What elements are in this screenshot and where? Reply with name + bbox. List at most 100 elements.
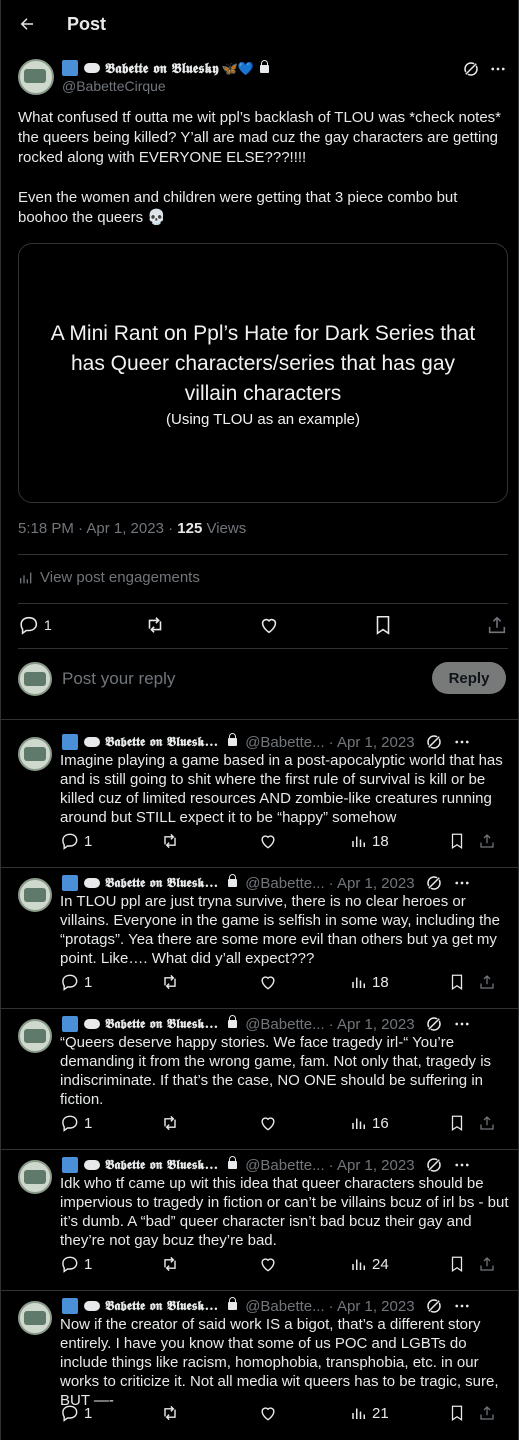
- reply-item[interactable]: 𝕭𝖆𝖇𝖊𝖙𝖙𝖊 𝖔𝖓 𝕭𝖑𝖚𝖊𝖘𝖐... @Babette... · Apr 1, …: [1, 868, 519, 1009]
- reply-author-name[interactable]: 𝕭𝖆𝖇𝖊𝖙𝖙𝖊 𝖔𝖓 𝕭𝖑𝖚𝖊𝖘𝖐...: [105, 1299, 218, 1314]
- avatar[interactable]: [18, 1160, 52, 1194]
- avatar[interactable]: [18, 59, 54, 95]
- repost-button[interactable]: [160, 1403, 258, 1423]
- avatar[interactable]: [18, 878, 52, 912]
- more-button[interactable]: [453, 733, 471, 751]
- reply-input[interactable]: Post your reply: [62, 669, 175, 689]
- grok-icon: [426, 1157, 441, 1173]
- avatar[interactable]: [18, 737, 52, 771]
- back-button[interactable]: [13, 10, 41, 38]
- like-button[interactable]: [258, 614, 280, 636]
- reply-author-handle[interactable]: @Babette...: [245, 875, 324, 892]
- grok-button[interactable]: [425, 874, 443, 892]
- share-button[interactable]: [478, 1114, 498, 1132]
- reply-author-handle[interactable]: @Babette...: [245, 734, 324, 751]
- flag-emoji-icon: [62, 1016, 78, 1032]
- reply-author-handle[interactable]: @Babette...: [245, 1298, 324, 1315]
- share-button[interactable]: [486, 614, 508, 636]
- reply-author-name[interactable]: 𝕭𝖆𝖇𝖊𝖙𝖙𝖊 𝖔𝖓 𝕭𝖑𝖚𝖊𝖘𝖐...: [105, 735, 218, 750]
- reply-actions: 1 16: [60, 1113, 506, 1133]
- views-button[interactable]: 21: [350, 1404, 448, 1422]
- share-button[interactable]: [478, 1404, 498, 1422]
- grok-icon: [426, 734, 441, 750]
- page-title: Post: [67, 14, 107, 34]
- like-icon: [261, 1258, 275, 1272]
- grok-button[interactable]: [425, 733, 443, 751]
- reply-author-handle[interactable]: @Babette...: [245, 1016, 324, 1033]
- like-button[interactable]: [258, 1254, 350, 1274]
- reply-icon: [20, 616, 38, 635]
- reply-date[interactable]: · Apr 1, 2023: [329, 1016, 415, 1033]
- bookmark-button[interactable]: [448, 1114, 478, 1132]
- reply-date[interactable]: · Apr 1, 2023: [329, 734, 415, 751]
- like-button[interactable]: [258, 831, 350, 851]
- grok-icon: [426, 1016, 441, 1032]
- views-icon: [352, 977, 365, 988]
- reply-author-name[interactable]: 𝕭𝖆𝖇𝖊𝖙𝖙𝖊 𝖔𝖓 𝕭𝖑𝖚𝖊𝖘𝖐...: [105, 1158, 218, 1173]
- more-button[interactable]: [489, 60, 507, 78]
- like-button[interactable]: [258, 972, 350, 992]
- share-button[interactable]: [478, 973, 498, 991]
- views-button[interactable]: 16: [350, 1114, 448, 1132]
- avatar[interactable]: [18, 1019, 52, 1053]
- reply-icon: [62, 974, 78, 991]
- views-button[interactable]: 24: [350, 1255, 448, 1273]
- grok-button[interactable]: [462, 60, 480, 78]
- reply-button[interactable]: 1: [60, 831, 160, 851]
- more-button[interactable]: [453, 1297, 471, 1315]
- reply-item[interactable]: 𝕭𝖆𝖇𝖊𝖙𝖙𝖊 𝖔𝖓 𝕭𝖑𝖚𝖊𝖘𝖐... @Babette... · Apr 1, …: [1, 1150, 519, 1291]
- bookmark-button[interactable]: [448, 973, 478, 991]
- bookmark-button[interactable]: [448, 1255, 478, 1273]
- top-bar: Post: [1, 0, 519, 52]
- reply-author-handle[interactable]: @Babette...: [245, 1157, 324, 1174]
- reply-button[interactable]: 1: [60, 972, 160, 992]
- author-handle[interactable]: @BabetteCirque: [62, 78, 166, 94]
- repost-button[interactable]: [160, 831, 258, 851]
- reply-actions: 1 18: [60, 831, 506, 851]
- like-button[interactable]: [258, 1113, 350, 1133]
- share-button[interactable]: [478, 1255, 498, 1273]
- reply-date[interactable]: · Apr 1, 2023: [329, 1298, 415, 1315]
- more-button[interactable]: [453, 1156, 471, 1174]
- repost-button[interactable]: [160, 1254, 258, 1274]
- reply-date[interactable]: · Apr 1, 2023: [329, 875, 415, 892]
- more-button[interactable]: [453, 874, 471, 892]
- repost-button[interactable]: [144, 614, 166, 636]
- share-button[interactable]: [478, 832, 498, 850]
- reply-button[interactable]: 1: [18, 614, 52, 636]
- view-engagements-link[interactable]: View post engagements: [18, 569, 200, 586]
- reply-button[interactable]: 1: [60, 1113, 160, 1133]
- reply-author-name[interactable]: 𝕭𝖆𝖇𝖊𝖙𝖙𝖊 𝖔𝖓 𝕭𝖑𝖚𝖊𝖘𝖐...: [105, 1017, 218, 1032]
- repost-button[interactable]: [160, 972, 258, 992]
- grok-button[interactable]: [425, 1015, 443, 1033]
- like-icon: [261, 1407, 275, 1421]
- reply-button[interactable]: 1: [60, 1254, 160, 1274]
- views-button[interactable]: 18: [350, 832, 448, 850]
- repost-button[interactable]: [160, 1113, 258, 1133]
- repost-icon: [164, 1256, 176, 1272]
- reply-author-name[interactable]: 𝕭𝖆𝖇𝖊𝖙𝖙𝖊 𝖔𝖓 𝕭𝖑𝖚𝖊𝖘𝖐...: [105, 876, 218, 891]
- more-button[interactable]: [453, 1015, 471, 1033]
- grok-button[interactable]: [425, 1156, 443, 1174]
- repost-icon: [148, 617, 162, 633]
- reply-item[interactable]: 𝕭𝖆𝖇𝖊𝖙𝖙𝖊 𝖔𝖓 𝕭𝖑𝖚𝖊𝖘𝖐... @Babette... · Apr 1, …: [1, 727, 519, 868]
- avatar[interactable]: [18, 1301, 52, 1335]
- reply-header: 𝕭𝖆𝖇𝖊𝖙𝖙𝖊 𝖔𝖓 𝕭𝖑𝖚𝖊𝖘𝖐... @Babette... · Apr 1, …: [62, 872, 512, 894]
- bookmark-button[interactable]: [448, 1404, 478, 1422]
- name-emojis: 🦋💙: [221, 62, 255, 77]
- reply-submit-button[interactable]: Reply: [432, 662, 506, 694]
- post-media[interactable]: A Mini Rant on Ppl’s Hate for Dark Serie…: [18, 243, 508, 503]
- grok-button[interactable]: [425, 1297, 443, 1315]
- like-button[interactable]: [258, 1403, 350, 1423]
- reply-date[interactable]: · Apr 1, 2023: [329, 1157, 415, 1174]
- author-name[interactable]: 𝕭𝖆𝖇𝖊𝖙𝖙𝖊 𝖔𝖓 𝕭𝖑𝖚𝖊𝖘𝖐𝖞 🦋💙: [62, 60, 270, 77]
- more-icon: [454, 1304, 469, 1308]
- views-button[interactable]: 18: [350, 973, 448, 991]
- post-time[interactable]: 5:18 PM · Apr 1, 2023 ·: [18, 520, 177, 537]
- reply-item[interactable]: 𝕭𝖆𝖇𝖊𝖙𝖙𝖊 𝖔𝖓 𝕭𝖑𝖚𝖊𝖘𝖐... @Babette... · Apr 1, …: [1, 1009, 519, 1150]
- bookmark-button[interactable]: [372, 614, 394, 636]
- bookmark-button[interactable]: [448, 832, 478, 850]
- repost-icon: [164, 1405, 176, 1421]
- reply-button[interactable]: 1: [60, 1403, 160, 1423]
- reply-item[interactable]: 𝕭𝖆𝖇𝖊𝖙𝖙𝖊 𝖔𝖓 𝕭𝖑𝖚𝖊𝖘𝖐... @Babette... · Apr 1, …: [1, 1291, 519, 1440]
